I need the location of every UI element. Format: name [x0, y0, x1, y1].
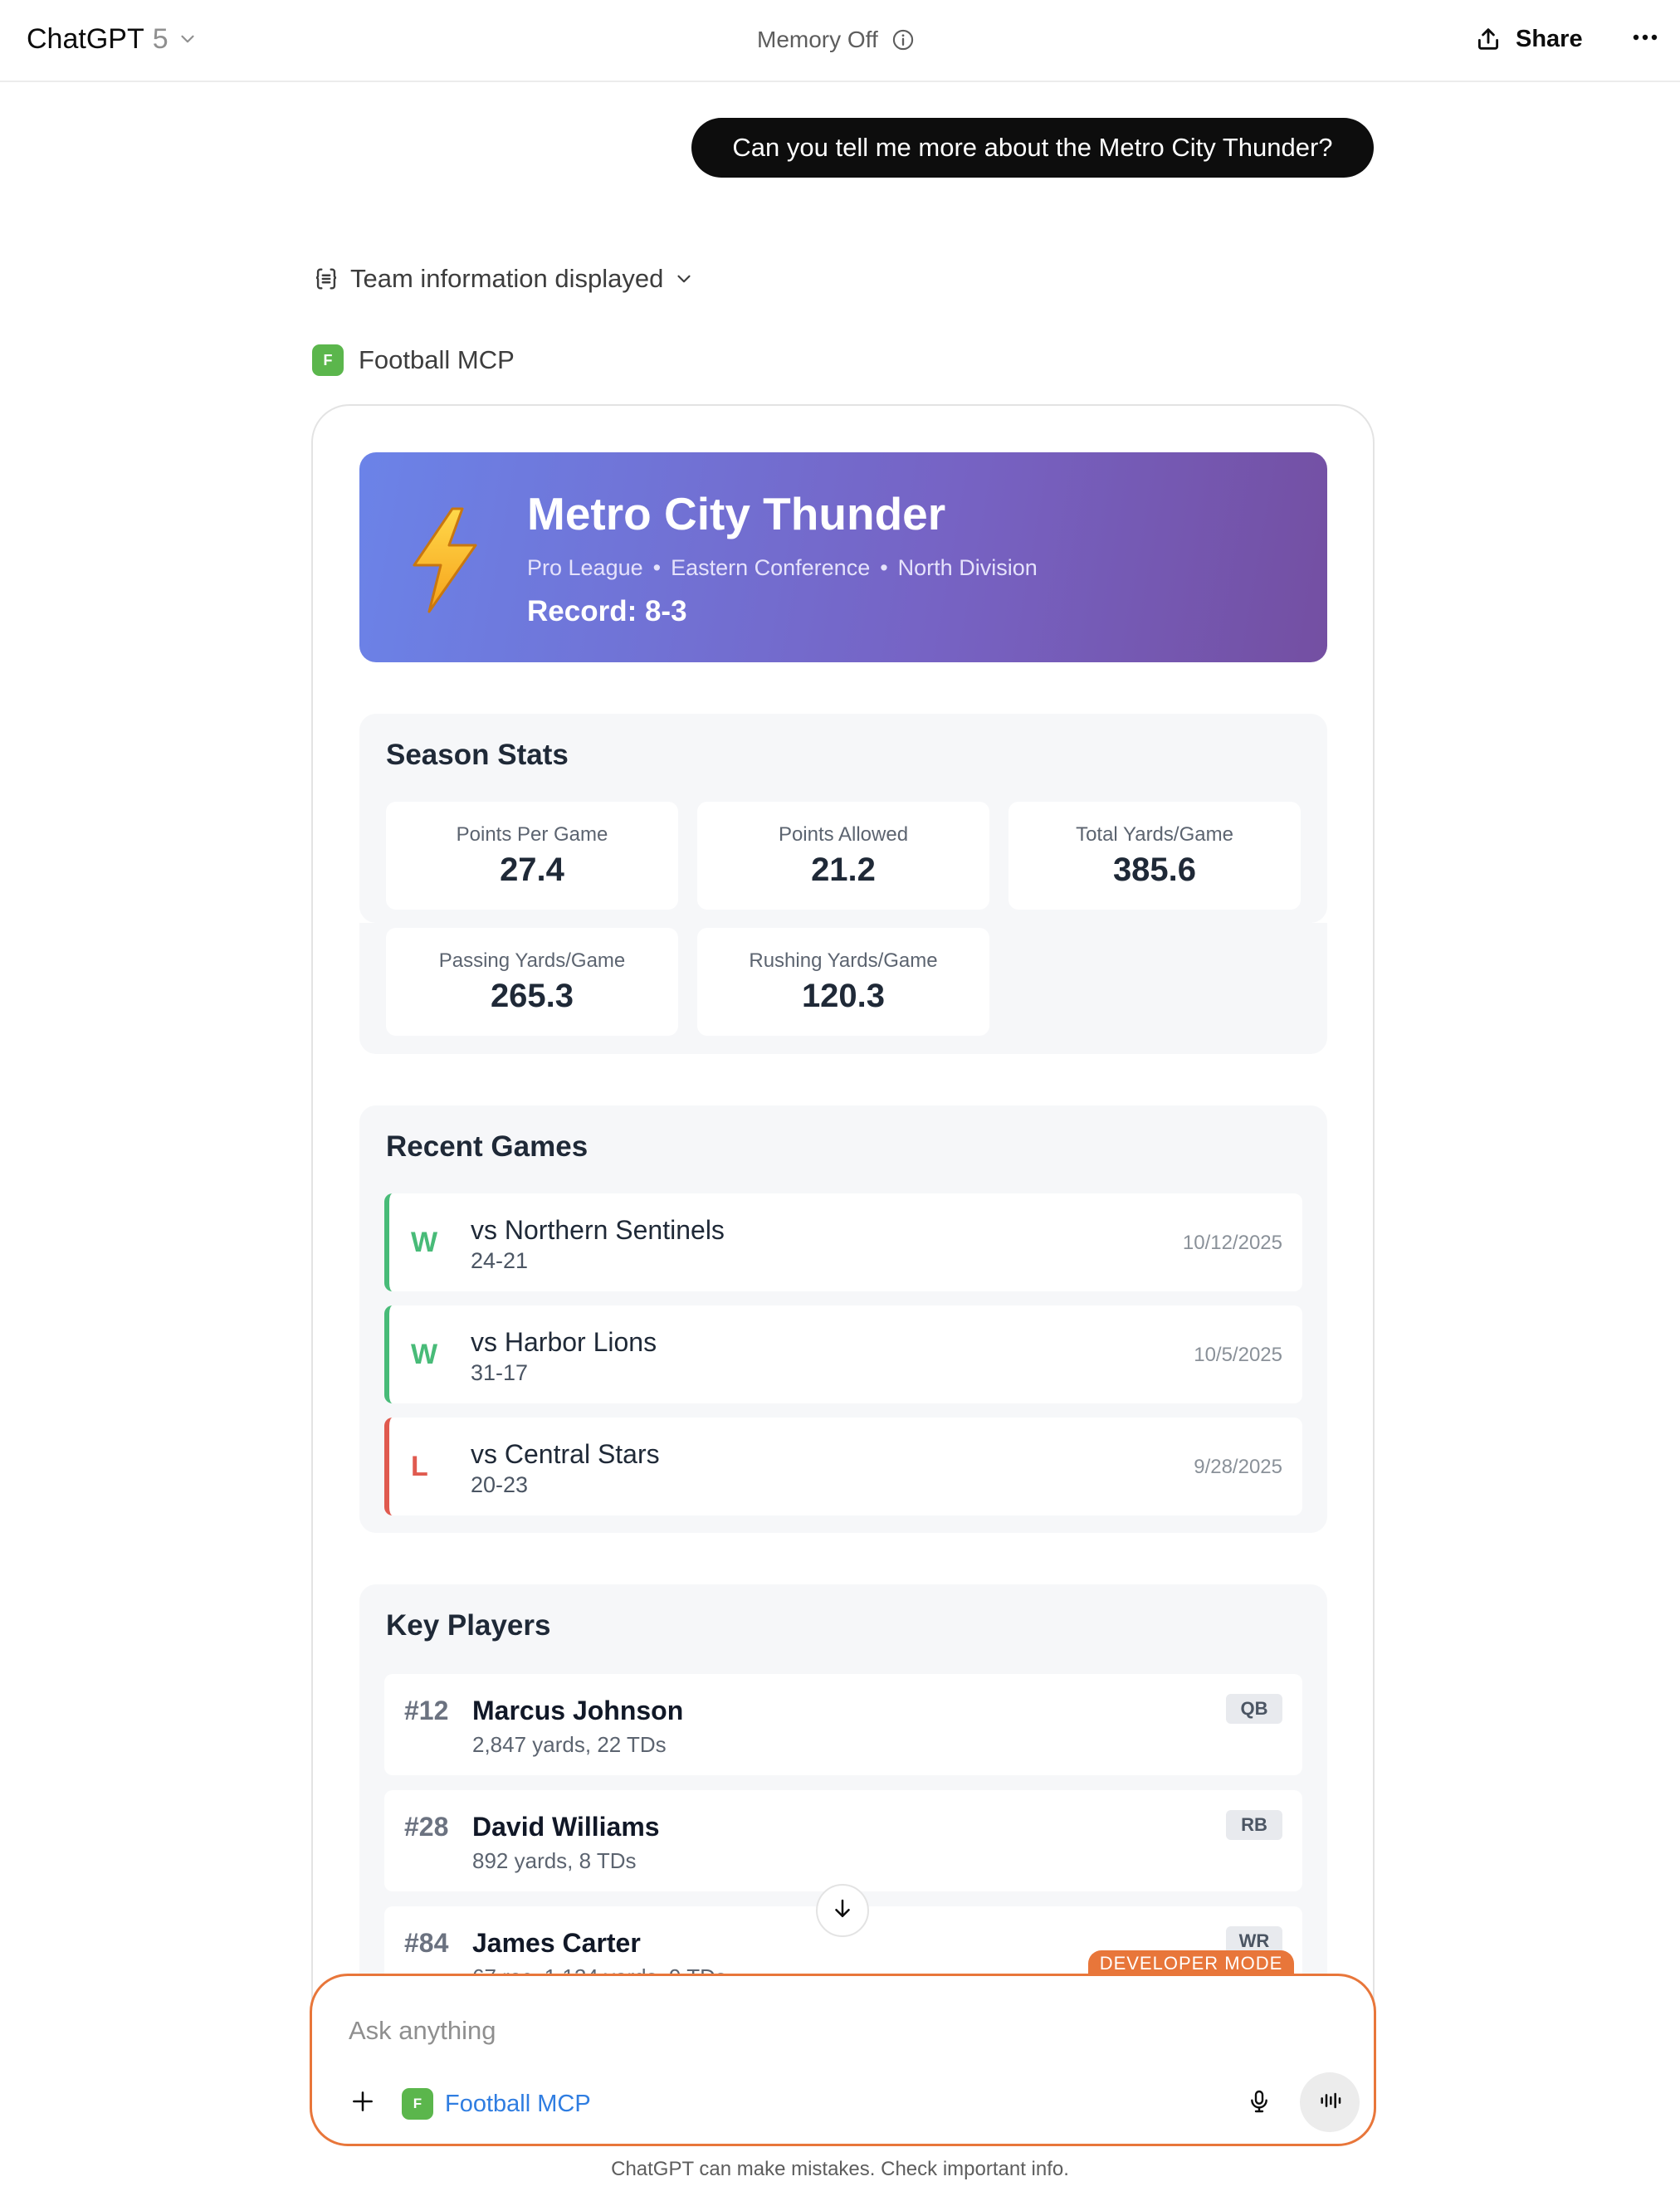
- stat-label: Passing Yards/Game: [438, 949, 626, 972]
- game-result: W: [411, 1339, 438, 1370]
- player-stats: 892 yards, 8 TDs: [472, 1848, 637, 1873]
- model-name: ChatGPT: [27, 22, 144, 55]
- chevron-down-icon: [177, 28, 198, 50]
- player-name: Marcus Johnson: [472, 1696, 684, 1725]
- team-conference: Eastern Conference: [671, 555, 871, 580]
- tool-call-toggle[interactable]: Team information displayed: [312, 259, 695, 299]
- section-title: Key Players: [386, 1609, 551, 1642]
- team-widget: Metro City Thunder Pro League • Eastern …: [311, 404, 1375, 2097]
- stat-value: 385.6: [1112, 852, 1197, 888]
- message-input[interactable]: [349, 2006, 1262, 2056]
- player-number: #84: [404, 1928, 449, 1958]
- game-row[interactable]: L vs Central Stars 20-23 9/28/2025: [384, 1418, 1302, 1515]
- game-score: 24-21: [471, 1248, 529, 1273]
- add-attachment-button[interactable]: [342, 2082, 383, 2124]
- info-icon[interactable]: [891, 28, 915, 51]
- app-badge: F: [312, 344, 344, 376]
- tool-status-label: Team information displayed: [350, 264, 664, 293]
- app-badge: F: [402, 2088, 433, 2120]
- share-icon: [1474, 25, 1502, 53]
- player-row[interactable]: #28 David Williams 892 yards, 8 TDs RB: [384, 1790, 1302, 1891]
- game-opponent: vs Northern Sentinels: [471, 1215, 725, 1245]
- team-record: Record: 8-3: [527, 595, 687, 627]
- share-label: Share: [1516, 25, 1583, 52]
- stat-label: Rushing Yards/Game: [749, 949, 938, 972]
- team-league: Pro League: [527, 555, 643, 580]
- meta-separator: •: [880, 555, 888, 580]
- player-name: David Williams: [472, 1812, 660, 1842]
- lightning-icon: [413, 507, 477, 613]
- chevron-down-icon: [673, 268, 695, 290]
- top-bar: ChatGPT 5 Memory Off Share: [0, 0, 1680, 82]
- stat-card: Points Per Game 27.4: [386, 802, 678, 910]
- game-result: L: [411, 1451, 428, 1482]
- stat-label: Total Yards/Game: [1076, 823, 1233, 846]
- player-stats: 2,847 yards, 22 TDs: [472, 1732, 667, 1757]
- stat-value: 265.3: [490, 978, 574, 1014]
- selected-tool-chip[interactable]: F Football MCP: [402, 2086, 591, 2122]
- game-score: 20-23: [471, 1472, 529, 1497]
- microphone-icon: [1246, 2088, 1272, 2119]
- braces-icon: [312, 265, 340, 293]
- arrow-down-icon: [830, 1896, 855, 1925]
- team-header-card: Metro City Thunder Pro League • Eastern …: [359, 452, 1327, 662]
- user-message-bubble: Can you tell me more about the Metro Cit…: [691, 118, 1374, 178]
- dictate-button[interactable]: [1238, 2082, 1280, 2124]
- season-stats-section-row2: Passing Yards/Game 265.3 Rushing Yards/G…: [359, 923, 1327, 1054]
- stat-card: Rushing Yards/Game 120.3: [697, 928, 989, 1036]
- stat-card: Total Yards/Game 385.6: [1008, 802, 1301, 910]
- position-badge: QB: [1226, 1694, 1282, 1724]
- game-result: W: [411, 1227, 438, 1258]
- stat-label: Points Allowed: [778, 823, 909, 846]
- player-name: James Carter: [472, 1928, 641, 1958]
- recent-games-section: Recent Games W vs Northern Sentinels 24-…: [359, 1105, 1327, 1533]
- game-opponent: vs Central Stars: [471, 1439, 660, 1469]
- message-composer: F Football MCP: [310, 1974, 1376, 2146]
- stat-value: 120.3: [801, 978, 886, 1014]
- stat-label: Points Per Game: [456, 823, 608, 846]
- section-title: Recent Games: [386, 1130, 588, 1163]
- more-icon: [1632, 31, 1658, 46]
- voice-wave-icon: [1316, 2087, 1343, 2118]
- position-badge: RB: [1226, 1810, 1282, 1840]
- more-options-button[interactable]: [1627, 25, 1663, 51]
- season-stats-section: Season Stats Points Per Game 27.4 Points…: [359, 714, 1327, 923]
- disclaimer: ChatGPT can make mistakes. Check importa…: [611, 2158, 1069, 2180]
- model-version: 5: [152, 22, 168, 55]
- memory-label: Memory Off: [757, 27, 878, 52]
- meta-separator: •: [652, 555, 662, 580]
- section-title: Season Stats: [386, 739, 569, 771]
- game-date: 10/12/2025: [1182, 1232, 1282, 1254]
- game-row[interactable]: W vs Harbor Lions 31-17 10/5/2025: [384, 1305, 1302, 1403]
- game-opponent: vs Harbor Lions: [471, 1327, 657, 1357]
- game-date: 9/28/2025: [1194, 1456, 1282, 1478]
- stat-value: 21.2: [811, 852, 876, 888]
- model-switcher[interactable]: ChatGPT 5: [27, 20, 198, 58]
- stat-card: Points Allowed 21.2: [697, 802, 989, 910]
- player-number: #12: [404, 1696, 449, 1725]
- voice-mode-button[interactable]: [1300, 2072, 1360, 2132]
- player-row[interactable]: #12 Marcus Johnson 2,847 yards, 22 TDs Q…: [384, 1674, 1302, 1775]
- team-meta: Pro League • Eastern Conference • North …: [527, 555, 1038, 581]
- scroll-to-bottom-button[interactable]: [816, 1884, 869, 1937]
- share-button[interactable]: Share: [1474, 18, 1583, 60]
- memory-status[interactable]: Memory Off: [757, 22, 915, 58]
- stat-value: 27.4: [500, 852, 564, 888]
- team-name: Metro City Thunder: [527, 488, 946, 539]
- game-date: 10/5/2025: [1194, 1344, 1282, 1366]
- app-name: Football MCP: [359, 345, 515, 374]
- game-row[interactable]: W vs Northern Sentinels 24-21 10/12/2025: [384, 1193, 1302, 1291]
- app-attribution: F Football MCP: [312, 340, 515, 380]
- game-score: 31-17: [471, 1360, 529, 1385]
- user-message-text: Can you tell me more about the Metro Cit…: [732, 133, 1333, 162]
- plus-icon: [349, 2088, 376, 2119]
- team-division: North Division: [897, 555, 1038, 580]
- player-number: #28: [404, 1812, 449, 1842]
- stat-card: Passing Yards/Game 265.3: [386, 928, 678, 1036]
- tool-chip-label: Football MCP: [445, 2090, 591, 2117]
